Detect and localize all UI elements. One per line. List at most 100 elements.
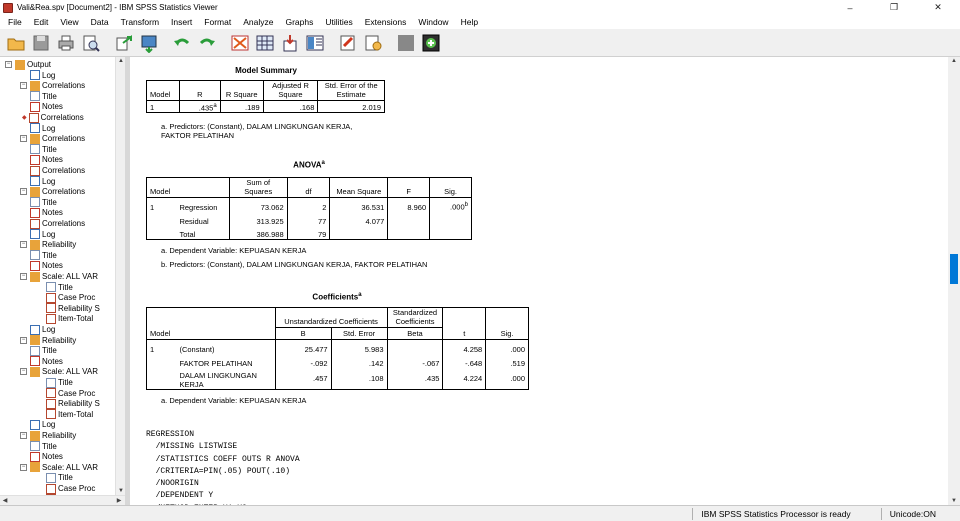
menu-extensions[interactable]: Extensions	[359, 15, 413, 29]
tree-item[interactable]: Title	[46, 472, 73, 483]
tree-item[interactable]: − Reliability	[20, 430, 76, 441]
export-icon[interactable]	[113, 32, 135, 54]
tree-item[interactable]: Notes	[30, 451, 63, 462]
tree-item[interactable]: ◆ Correlations	[22, 112, 84, 123]
collapse-icon[interactable]: −	[20, 463, 27, 471]
tree-item[interactable]: Log	[30, 70, 55, 81]
tree-item[interactable]: − Correlations	[20, 133, 85, 144]
tree-item[interactable]: Reliability S	[46, 303, 100, 314]
scroll-up-arrow-icon[interactable]: ▲	[949, 58, 959, 64]
print-icon[interactable]	[55, 32, 77, 54]
menu-graphs[interactable]: Graphs	[279, 15, 319, 29]
variables-icon[interactable]	[279, 32, 301, 54]
save-icon[interactable]	[30, 32, 52, 54]
coefficients-table[interactable]: Unstandardized Coefficients Standardized…	[146, 307, 529, 390]
menu-format[interactable]: Format	[198, 15, 237, 29]
tree-item-label: Log	[42, 176, 56, 186]
menu-file[interactable]: File	[2, 15, 28, 29]
table-row: FAKTOR PELATIHAN -.092 .142 -.067 -.648 …	[147, 353, 529, 368]
insert-output-icon[interactable]	[362, 32, 384, 54]
tree-item[interactable]: Title	[30, 91, 57, 102]
collapse-icon[interactable]: −	[20, 336, 27, 344]
tree-item[interactable]: Notes	[30, 356, 63, 367]
collapse-icon[interactable]: −	[20, 241, 27, 249]
tree-item[interactable]: − Correlations	[20, 186, 85, 197]
tree-item-label: Log	[42, 70, 56, 80]
tree-item[interactable]: Log	[30, 176, 55, 187]
scroll-thumb[interactable]	[950, 254, 958, 284]
print-preview-icon[interactable]	[80, 32, 102, 54]
tree-item[interactable]: Title	[46, 377, 73, 388]
tree-item[interactable]: Title	[30, 345, 57, 356]
tree-item[interactable]: Log	[30, 229, 55, 240]
open-icon[interactable]	[5, 32, 27, 54]
menu-analyze[interactable]: Analyze	[237, 15, 279, 29]
menu-help[interactable]: Help	[455, 15, 484, 29]
tree-item[interactable]: Item-Total	[46, 409, 93, 420]
split-file-icon[interactable]	[304, 32, 326, 54]
redo-icon[interactable]	[196, 32, 218, 54]
create-new-icon[interactable]	[420, 32, 442, 54]
maximize-button[interactable]: ❐	[872, 0, 916, 15]
menu-data[interactable]: Data	[85, 15, 115, 29]
tree-item[interactable]: − Scale: ALL VAR	[20, 366, 98, 377]
tree-item[interactable]: Case Proc	[46, 292, 95, 303]
tree-item[interactable]: Title	[30, 197, 57, 208]
anova-table[interactable]: Model Sum of Squares df Mean Square F Si…	[146, 177, 472, 240]
collapse-icon[interactable]: −	[20, 432, 27, 439]
collapse-icon[interactable]: −	[20, 82, 27, 90]
outline-vertical-scrollbar[interactable]: ▲ ▼	[115, 57, 125, 495]
coef-header-sig: Sig.	[485, 327, 529, 340]
tree-item[interactable]: Notes	[30, 101, 63, 112]
undo-icon[interactable]	[171, 32, 193, 54]
tree-item[interactable]: Title	[30, 441, 57, 452]
title-icon	[46, 377, 56, 388]
anova-header-model: Model	[150, 187, 171, 196]
tree-item[interactable]: Notes	[30, 154, 63, 165]
menu-transform[interactable]: Transform	[115, 15, 165, 29]
tree-item[interactable]: − Reliability	[20, 239, 76, 250]
tree-item[interactable]: Case Proc	[46, 483, 95, 494]
tree-item[interactable]: Notes	[30, 260, 63, 271]
outline-horizontal-scrollbar[interactable]: ◀ ▶	[0, 495, 125, 505]
designate-window-icon[interactable]	[337, 32, 359, 54]
collapse-icon[interactable]: −	[5, 61, 12, 68]
content-vertical-scrollbar[interactable]: ▲ ▼	[948, 57, 960, 505]
tree-item[interactable]: − Scale: ALL VAR	[20, 462, 98, 473]
tree-item[interactable]: Correlations	[30, 218, 85, 229]
tree-item[interactable]: Item-Total	[46, 313, 93, 324]
tree-item[interactable]: Title	[30, 250, 57, 261]
tree-item[interactable]: Log	[30, 419, 55, 430]
tree-item[interactable]: − Output	[5, 59, 51, 70]
tree-item[interactable]: Reliability S	[46, 398, 100, 409]
minimize-button[interactable]: –	[828, 0, 872, 15]
tree-item[interactable]: Title	[30, 144, 57, 155]
tree-item[interactable]: Notes	[30, 207, 63, 218]
tree-item[interactable]: Correlations	[30, 165, 85, 176]
collapse-icon[interactable]: −	[20, 135, 27, 143]
tree-item[interactable]: − Scale: ALL VAR	[20, 271, 98, 282]
tree-item[interactable]: Log	[30, 324, 55, 335]
tree-item[interactable]: − Correlations	[20, 80, 85, 91]
collapse-icon[interactable]: −	[20, 273, 27, 280]
scroll-right-arrow-icon[interactable]: ▶	[114, 497, 124, 504]
close-button[interactable]: ✕	[916, 0, 960, 15]
model-summary-table[interactable]: Model R R Square Adjusted R Square Std. …	[146, 80, 385, 113]
scroll-down-arrow-icon[interactable]: ▼	[949, 498, 959, 504]
tree-item[interactable]: Title	[46, 282, 73, 293]
scroll-left-arrow-icon[interactable]: ◀	[0, 497, 10, 504]
menu-utilities[interactable]: Utilities	[319, 15, 358, 29]
goto-data-icon[interactable]	[229, 32, 251, 54]
menu-window[interactable]: Window	[412, 15, 454, 29]
menu-view[interactable]: View	[54, 15, 84, 29]
menu-edit[interactable]: Edit	[28, 15, 55, 29]
syntax-line: REGRESSION	[146, 430, 195, 439]
collapse-icon[interactable]: −	[20, 368, 27, 376]
tree-item[interactable]: Log	[30, 123, 55, 134]
recall-dialog-icon[interactable]	[138, 32, 160, 54]
tree-item[interactable]: − Reliability	[20, 335, 76, 346]
menu-insert[interactable]: Insert	[165, 15, 198, 29]
goto-case-icon[interactable]	[254, 32, 276, 54]
collapse-icon[interactable]: −	[20, 188, 27, 196]
tree-item[interactable]: Case Proc	[46, 388, 95, 399]
